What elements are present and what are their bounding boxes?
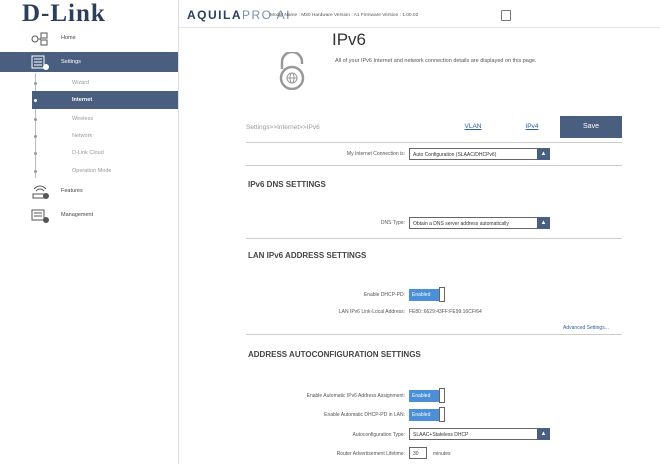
- dns-type-select[interactable]: Obtain a DNS server address automaticall…: [409, 217, 550, 229]
- submenu-dot-icon: [34, 135, 37, 138]
- submenu-dot-icon: [34, 118, 37, 121]
- logo-area: D-Link: [0, 0, 178, 27]
- advanced-settings-link[interactable]: Advanced Settings...: [563, 325, 609, 331]
- divider: [246, 334, 622, 335]
- dns-type-value: Obtain a DNS server address automaticall…: [413, 221, 509, 227]
- chevron-up-icon[interactable]: ▲: [537, 217, 550, 229]
- sidebar-subitem-label: Internet: [72, 97, 93, 103]
- main-content: IPv6 All of your IPv6 Internet and netwo…: [179, 28, 660, 464]
- lifetime-label: Router Advertisement Lifetime:: [336, 451, 405, 457]
- sidebar-item-features[interactable]: Features: [0, 181, 178, 201]
- lock-globe-icon: [279, 52, 305, 90]
- sidebar-subitem-label: Wireless: [72, 116, 94, 122]
- lifetime-input[interactable]: 30: [409, 447, 427, 459]
- connection-select[interactable]: Auto Configuration (SLAAC/DHCPv6) ▲: [409, 148, 550, 160]
- toggle-knob: [439, 388, 445, 403]
- connection-label: My Internet Connection is:: [346, 151, 405, 157]
- sidebar-item-management[interactable]: Management: [0, 205, 178, 225]
- lifetime-unit: minutes: [433, 451, 451, 457]
- connection-value: Auto Configuration (SLAAC/DHCPv6): [413, 152, 497, 158]
- section-title-dns: IPv6 DNS SETTINGS: [248, 180, 326, 189]
- tab-ipv4[interactable]: IPv4: [512, 117, 552, 137]
- toggle-label: Enabled: [412, 393, 431, 399]
- settings-icon: [31, 55, 49, 70]
- sidebar-subitem-internet[interactable]: Internet: [32, 91, 178, 109]
- divider: [246, 142, 622, 143]
- sidebar-item-label: Features: [61, 188, 83, 194]
- chevron-up-icon[interactable]: ▲: [537, 148, 550, 160]
- submenu-dot-icon: [34, 152, 37, 155]
- auto-assign-toggle[interactable]: Enabled: [409, 388, 445, 403]
- device-info: Model Name : M30 Hardware Version : A1 F…: [270, 13, 419, 18]
- section-title-lan: LAN IPv6 ADDRESS SETTINGS: [248, 251, 367, 260]
- link-local-label: LAN IPv6 Link-Local Address:: [338, 309, 405, 315]
- sidebar-item-home[interactable]: Home: [0, 28, 178, 48]
- sidebar-item-label: Management: [61, 212, 94, 218]
- toggle-label: Enabled: [412, 412, 431, 418]
- page-title: IPv6: [332, 30, 367, 49]
- dhcp-pd-label: Enable DHCP-PD:: [363, 292, 405, 298]
- home-network-icon: [31, 32, 48, 46]
- sidebar-item-label: Settings: [61, 59, 81, 65]
- toggle-label: Enabled: [412, 292, 431, 298]
- section-title-autoconf: ADDRESS AUTOCONFIGURATION SETTINGS: [248, 350, 421, 359]
- autoconf-type-value: SLAAC+Stateless DHCP: [413, 432, 469, 438]
- auto-assign-label: Enable Automatic IPv6 Address Assignment…: [306, 393, 405, 399]
- sidebar-item-settings[interactable]: Settings: [0, 52, 178, 72]
- auto-pd-label: Enable Automatic DHCP-PD in LAN:: [324, 412, 405, 418]
- breadcrumb: Settings>>Internet>>IPv6: [246, 124, 320, 131]
- toggle-knob: [439, 407, 445, 422]
- save-button[interactable]: Save: [560, 116, 622, 138]
- submenu-dot-icon: [34, 99, 37, 102]
- dlink-logo: D-Link: [22, 0, 106, 27]
- link-local-value: FE80::6629:43FF:FE99:16CF/64: [409, 309, 482, 315]
- sidebar-subitem-wireless[interactable]: Wireless: [32, 110, 178, 128]
- toggle-knob: [439, 287, 445, 302]
- chevron-up-icon[interactable]: ▲: [537, 428, 550, 440]
- auto-pd-toggle[interactable]: Enabled: [409, 407, 445, 422]
- sidebar-subitem-label: Wizard: [72, 80, 90, 86]
- sidebar: D-Link Home Settings Wizard Internet Wir…: [0, 0, 179, 464]
- tab-vlan[interactable]: VLAN: [453, 117, 493, 137]
- autoconf-type-label: Autoconfiguration Type:: [352, 432, 405, 438]
- submenu-dot-icon: [34, 82, 37, 85]
- divider: [246, 165, 622, 166]
- document-icon[interactable]: [501, 10, 511, 21]
- sidebar-subitem-operation-mode[interactable]: Operation Mode: [32, 162, 178, 180]
- management-icon: [31, 209, 49, 223]
- brand-main: AQUILA: [187, 8, 242, 22]
- divider: [246, 238, 622, 239]
- autoconf-type-select[interactable]: SLAAC+Stateless DHCP ▲: [409, 428, 550, 440]
- sidebar-subitem-wizard[interactable]: Wizard: [32, 74, 178, 92]
- top-header: AQUILAPRO AI Model Name : M30 Hardware V…: [179, 0, 660, 28]
- sidebar-item-label: Home: [61, 35, 76, 41]
- features-icon: [32, 185, 49, 199]
- dns-type-label: DNS Type:: [380, 220, 405, 226]
- page-description: All of your IPv6 Internet and network co…: [335, 58, 537, 64]
- sidebar-subitem-label: Network: [72, 133, 93, 139]
- sidebar-subitem-dlink-cloud[interactable]: D-Link Cloud: [32, 144, 178, 162]
- submenu-dot-icon: [34, 170, 37, 173]
- sidebar-subitem-label: D-Link Cloud: [72, 150, 104, 156]
- sidebar-subitem-label: Operation Mode: [72, 168, 112, 174]
- dhcp-pd-toggle[interactable]: Enabled: [409, 287, 445, 302]
- sidebar-subitem-network[interactable]: Network: [32, 127, 178, 145]
